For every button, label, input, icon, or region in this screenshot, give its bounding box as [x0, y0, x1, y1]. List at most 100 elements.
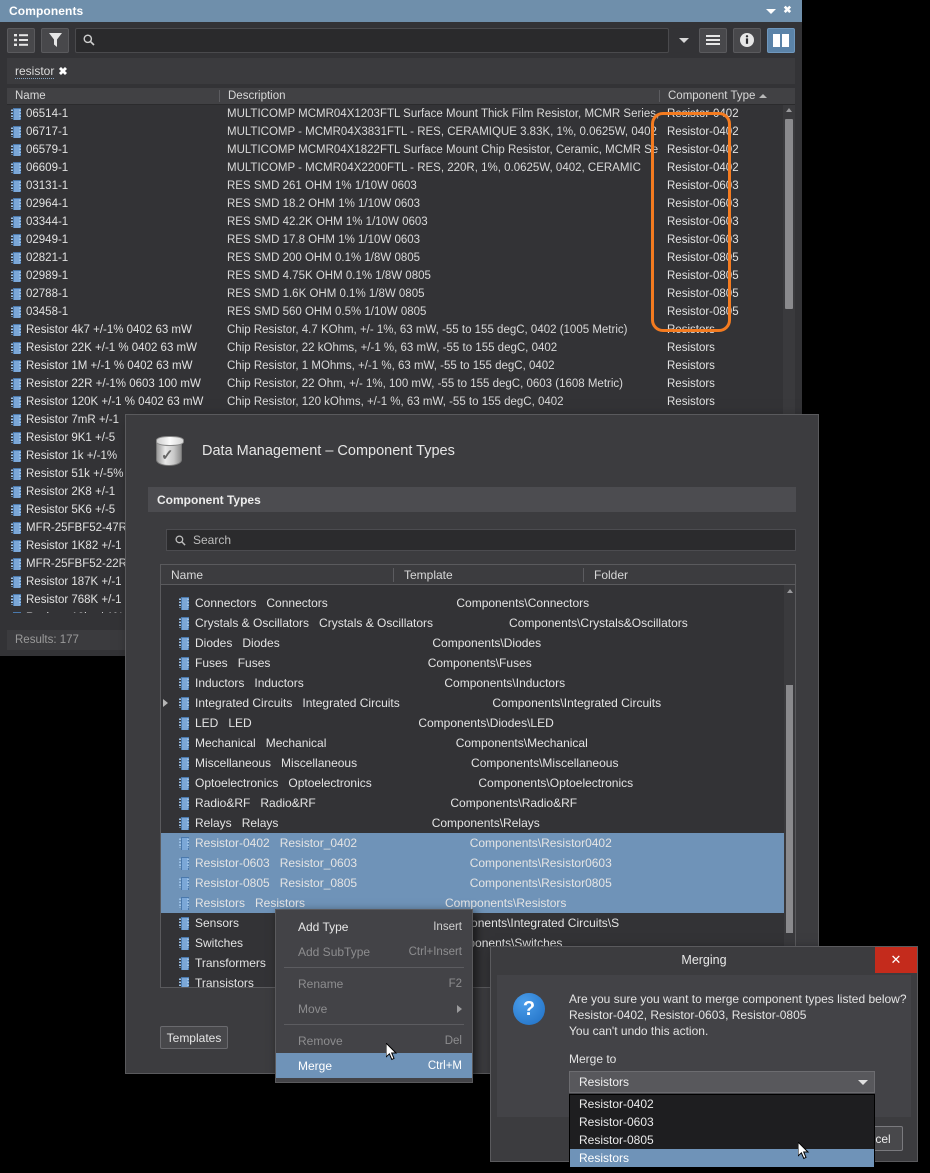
cell-name: Resistor-0805 [161, 876, 270, 890]
filter-tag[interactable]: resistor ✖ [15, 64, 68, 79]
cell-name: Switches [161, 936, 243, 950]
expand-arrow-icon[interactable] [163, 699, 168, 707]
component-types-vertical-scrollbar[interactable] [784, 585, 795, 987]
table-row[interactable]: 06514-1 MULTICOMP MCMR04X1203FTL Surface … [7, 105, 795, 123]
cell-name-label: Miscellaneous [195, 756, 272, 770]
menu-item-add-type[interactable]: Add Type Insert [276, 914, 472, 939]
list-item[interactable]: Mechanical Mechanical Components\Mechanica… [161, 733, 795, 753]
column-header-name[interactable]: Name [7, 90, 219, 102]
cell-template: Fuses [237, 656, 271, 670]
merge-to-dropdown-list[interactable]: Resistor-0402 Resistor-0603 Resistor-0805 R… [569, 1094, 875, 1168]
info-icon[interactable] [733, 27, 761, 53]
merging-dialog-title: Merging [681, 953, 727, 967]
menu-item-label: Rename [298, 976, 344, 991]
component-types-search-input[interactable]: Search [166, 529, 796, 551]
cell-name-label: Sensors [195, 916, 240, 930]
menu-item-merge[interactable]: Merge Ctrl+M [276, 1053, 472, 1078]
funnel-filter-icon[interactable] [41, 27, 69, 53]
table-row[interactable]: 03458-1 RES SMD 560 OHM 0.5% 1/10W 0805 Re… [7, 303, 795, 321]
list-item[interactable]: Inductors Inductors Components\Inductors [161, 673, 795, 693]
dm-column-header-folder[interactable]: Folder [583, 567, 783, 582]
active-filter-row: resistor ✖ [7, 58, 795, 84]
component-type-icon [179, 917, 189, 930]
cell-template: Resistors [255, 896, 306, 910]
list-item[interactable]: Diodes Diodes Components\Diodes [161, 633, 795, 653]
cell-name: Optoelectronics [161, 776, 278, 790]
results-count: Results: 177 [7, 630, 127, 650]
chevron-down-icon[interactable] [675, 29, 693, 52]
list-item[interactable]: Crystals & Oscillators Crystals & Oscilla… [161, 613, 795, 633]
table-row[interactable]: 02949-1 RES SMD 17.8 OHM 1% 1/10W 0603 Res… [7, 231, 795, 249]
merging-close-button[interactable]: ✕ [875, 947, 917, 973]
list-item[interactable]: Radio&RF Radio&RF Components\Radio&RF [161, 793, 795, 813]
cell-name-label: Optoelectronics [195, 776, 279, 790]
list-item[interactable]: Resistor-0402 Resistor_0402 Components\Res… [161, 833, 795, 853]
table-row[interactable]: Resistor 120K +/-1 % 0402 63 mW Chip Resi… [7, 393, 795, 411]
list-item[interactable]: LED LED Components\Diodes\LED [161, 713, 795, 733]
dm-column-header-name[interactable]: Name [161, 568, 393, 582]
cell-name: Mechanical [161, 736, 256, 750]
table-row[interactable]: 06717-1 MULTICOMP - MCMR04X3831FTL - RES,… [7, 123, 795, 141]
close-icon[interactable]: ✖ [779, 2, 796, 20]
list-item[interactable]: Fuses Fuses Components\Fuses [161, 653, 795, 673]
table-row[interactable]: 02989-1 RES SMD 4.75K OHM 0.1% 1/8W 0805 R… [7, 267, 795, 285]
list-item[interactable]: Miscellaneous Miscellaneous Components\Mis… [161, 753, 795, 773]
cell-description: RES SMD 200 OHM 0.1% 1/8W 0805 [227, 252, 421, 264]
expand-arrow-icon [163, 879, 168, 887]
table-row[interactable]: Resistor 22K +/-1 % 0402 63 mW Chip Resis… [7, 339, 795, 357]
dm-column-header-template[interactable]: Template [393, 567, 583, 582]
chevron-down-icon[interactable] [858, 1079, 868, 1085]
table-row[interactable]: 02821-1 RES SMD 200 OHM 0.1% 1/8W 0805 Res… [7, 249, 795, 267]
table-row[interactable]: 06579-1 MULTICOMP MCMR04X1822FTL Surface … [7, 141, 795, 159]
table-row[interactable]: Resistor 1M +/-1 % 0402 63 mW Chip Resist… [7, 357, 795, 375]
components-toolbar [0, 22, 802, 58]
expand-arrow-icon [163, 959, 168, 967]
list-view-icon[interactable] [7, 27, 35, 53]
list-item[interactable]: Connectors Connectors Components\Connector… [161, 593, 795, 613]
dropdown-option[interactable]: Resistor-0603 [570, 1113, 874, 1131]
cell-component-type: Resistor-0603 [667, 234, 739, 246]
cell-name-label: Relays [195, 816, 232, 830]
search-input[interactable] [75, 27, 669, 53]
filter-tag-remove-icon[interactable]: ✖ [58, 65, 67, 78]
list-item[interactable]: Resistor-0603 Resistor_0603 Components\Res… [161, 853, 795, 873]
split-panel-icon[interactable] [767, 27, 795, 53]
list-item[interactable]: Optoelectronics Optoelectronics Components… [161, 773, 795, 793]
scroll-up-icon[interactable] [786, 108, 792, 112]
dm-scroll-up-icon[interactable] [787, 589, 793, 593]
table-row[interactable]: 03344-1 RES SMD 42.2K OHM 1% 1/10W 0603 Re… [7, 213, 795, 231]
table-row[interactable]: Resistor 22R +/-1% 0603 100 mW Chip Resis… [7, 375, 795, 393]
list-item[interactable]: Resistors Resistors Components\Resistors [161, 893, 795, 913]
table-row[interactable]: 02964-1 RES SMD 18.2 OHM 1% 1/10W 0603 Res… [7, 195, 795, 213]
scrollbar-thumb[interactable] [785, 119, 793, 309]
table-row[interactable]: Resistor 4k7 +/-1% 0402 63 mW Chip Resist… [7, 321, 795, 339]
dropdown-option[interactable]: Resistor-0805 [570, 1131, 874, 1149]
table-row[interactable]: 02788-1 RES SMD 1.6K OHM 0.1% 1/8W 0805 Re… [7, 285, 795, 303]
menu-item-label: Move [298, 1001, 328, 1016]
dm-scrollbar-thumb[interactable] [786, 685, 793, 933]
panel-dropdown-icon[interactable] [762, 2, 779, 20]
templates-button[interactable]: Templates [160, 1026, 228, 1049]
list-item[interactable]: Sensors Components\Integrated Circuits\S [161, 913, 795, 933]
component-types-row-list[interactable]: Connectors Connectors Components\Connector… [161, 585, 795, 987]
cell-name: Radio&RF [161, 796, 250, 810]
cell-description: Chip Resistor, 22 Ohm, +/- 1%, 100 mW, -… [227, 378, 623, 390]
dropdown-option[interactable]: Resistors [570, 1149, 874, 1167]
table-row[interactable]: 03131-1 RES SMD 261 OHM 1% 1/10W 0603 Resi… [7, 177, 795, 195]
list-item[interactable]: Resistor-0805 Resistor_0805 Components\Res… [161, 873, 795, 893]
hamburger-menu-icon[interactable] [699, 27, 727, 53]
database-check-icon: ✓ [152, 434, 186, 468]
list-item[interactable]: Integrated Circuits Integrated Circuits Co… [161, 693, 795, 713]
list-item[interactable]: Relays Relays Components\Relays [161, 813, 795, 833]
dropdown-option[interactable]: Resistor-0402 [570, 1095, 874, 1113]
cell-description: RES SMD 17.8 OHM 1% 1/10W 0603 [227, 234, 421, 246]
cell-template: Resistor_0402 [279, 836, 358, 850]
cell-description: Chip Resistor, 4.7 KOhm, +/- 1%, 63 mW, … [227, 324, 628, 336]
table-row[interactable]: 06609-1 MULTICOMP - MCMR04X2200FTL - RES,… [7, 159, 795, 177]
column-header-description[interactable]: Description [219, 90, 659, 102]
merge-to-select[interactable]: Resistors [569, 1071, 875, 1093]
cell-name: 03131-1 [7, 180, 219, 192]
cell-name: Resistor 1M +/-1 % 0402 63 mW [7, 360, 219, 372]
column-header-component-type[interactable]: Component Type [659, 90, 784, 102]
cell-folder: Components\Inductors [444, 676, 566, 690]
